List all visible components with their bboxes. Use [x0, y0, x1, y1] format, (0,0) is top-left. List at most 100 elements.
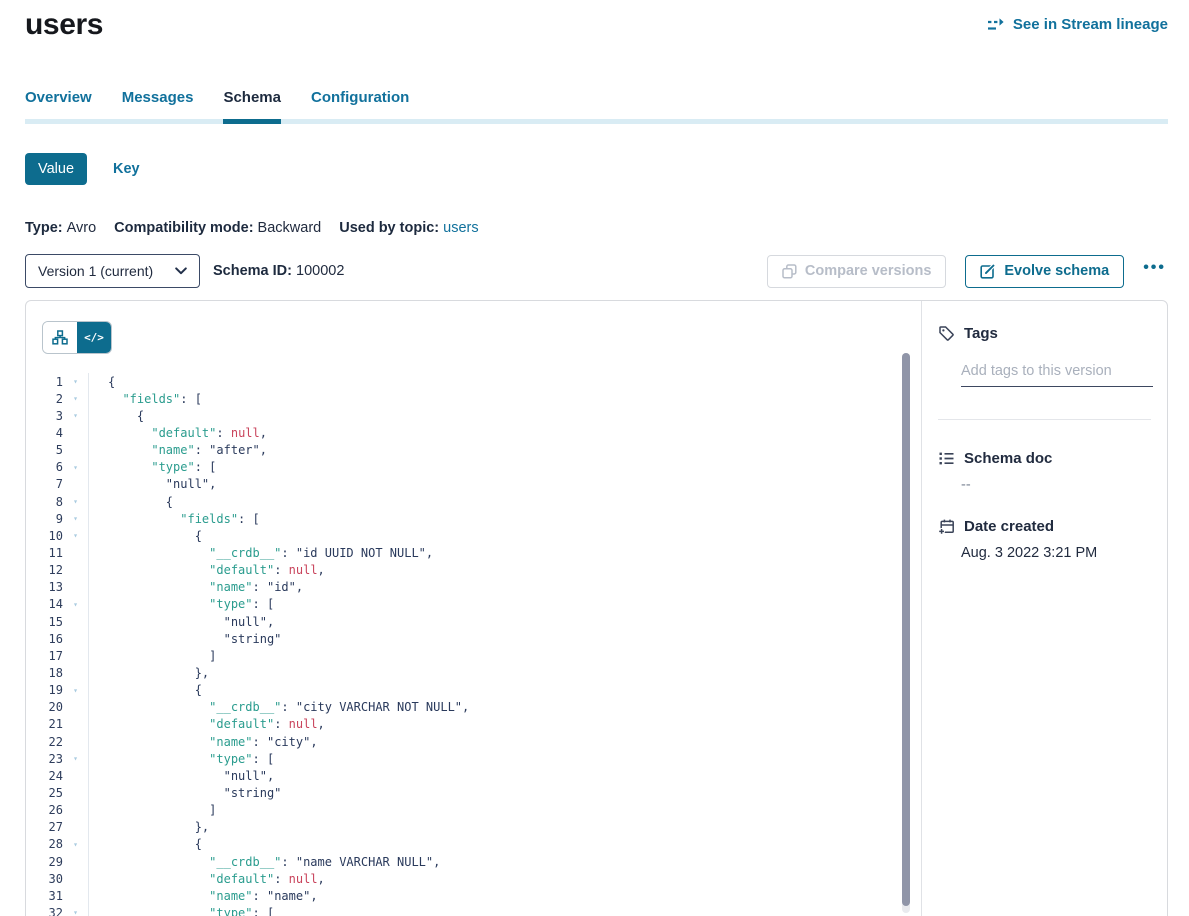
value-tab-button[interactable]: Value — [25, 153, 87, 185]
line-number: 30 — [26, 872, 63, 886]
line-number: 4 — [26, 426, 63, 440]
fold-toggle-icon[interactable]: ▾ — [63, 377, 88, 386]
date-created-value: Aug. 3 2022 3:21 PM — [961, 545, 1097, 561]
code-line: 16 "string" — [26, 630, 919, 647]
code-text: }, — [88, 666, 209, 680]
code-text: "string" — [88, 786, 281, 800]
line-number: 2 — [26, 392, 63, 406]
code-text: ] — [88, 803, 216, 817]
code-line: 30 "default": null, — [26, 870, 919, 887]
code-line: 19▾ { — [26, 682, 919, 699]
code-text: "null", — [88, 477, 216, 491]
fold-toggle-icon[interactable]: ▾ — [63, 411, 88, 420]
line-number: 8 — [26, 495, 63, 509]
value-key-toggle: Value Key — [25, 153, 140, 185]
code-text: { — [88, 495, 173, 509]
type-value: Avro — [67, 220, 97, 236]
view-mode-toggle: </> — [42, 321, 112, 354]
compare-versions-button[interactable]: Compare versions — [767, 255, 947, 288]
line-number: 15 — [26, 615, 63, 629]
line-number: 20 — [26, 700, 63, 714]
schema-id-label: Schema ID: — [213, 263, 292, 279]
code-text: "default": null, — [88, 872, 325, 886]
version-toolbar: Version 1 (current) Schema ID: 100002 Co… — [25, 254, 1168, 288]
fold-toggle-icon[interactable]: ▾ — [63, 531, 88, 540]
code-text: "name": "name", — [88, 889, 318, 903]
tab-overview[interactable]: Overview — [25, 89, 92, 119]
line-number: 1 — [26, 375, 63, 389]
used-by-topic-label: Used by topic: — [339, 220, 439, 236]
code-text: ] — [88, 649, 216, 663]
code-line: 4 "default": null, — [26, 424, 919, 441]
code-view-icon[interactable]: </> — [77, 322, 111, 353]
schema-doc-value: -- — [961, 477, 971, 493]
code-line: 26 ] — [26, 802, 919, 819]
code-text: "type": [ — [88, 597, 274, 611]
line-number: 32 — [26, 906, 63, 916]
schema-id-value: 100002 — [296, 263, 344, 279]
fold-toggle-icon[interactable]: ▾ — [63, 754, 88, 763]
see-in-stream-lineage-link[interactable]: See in Stream lineage — [987, 16, 1168, 33]
code-text: }, — [88, 820, 209, 834]
line-number: 24 — [26, 769, 63, 783]
line-number: 16 — [26, 632, 63, 646]
lineage-link-label: See in Stream lineage — [1013, 16, 1168, 33]
fold-toggle-icon[interactable]: ▾ — [63, 686, 88, 695]
code-line: 2▾ "fields": [ — [26, 390, 919, 407]
code-line: 15 "null", — [26, 613, 919, 630]
version-select[interactable]: Version 1 (current) — [25, 254, 200, 288]
line-number: 9 — [26, 512, 63, 526]
tab-schema[interactable]: Schema — [223, 89, 281, 119]
code-line: 8▾ { — [26, 493, 919, 510]
key-tab-button[interactable]: Key — [113, 161, 140, 177]
topic-link[interactable]: users — [443, 220, 478, 236]
version-select-value: Version 1 (current) — [38, 263, 153, 279]
code-line: 1▾{ — [26, 373, 919, 390]
line-number: 6 — [26, 460, 63, 474]
code-text: { — [88, 837, 202, 851]
fold-toggle-icon[interactable]: ▾ — [63, 908, 88, 916]
line-number: 18 — [26, 666, 63, 680]
line-number: 7 — [26, 477, 63, 491]
line-number: 14 — [26, 597, 63, 611]
code-line: 32▾ "type": [ — [26, 904, 919, 916]
tag-icon — [938, 325, 955, 342]
evolve-schema-label: Evolve schema — [1004, 263, 1109, 279]
line-number: 12 — [26, 563, 63, 577]
calendar-plus-icon — [938, 518, 955, 535]
date-created-title: Date created — [964, 518, 1054, 535]
code-line: 6▾ "type": [ — [26, 459, 919, 476]
code-text: "default": null, — [88, 717, 325, 731]
stream-lineage-icon — [987, 17, 1006, 33]
fold-toggle-icon[interactable]: ▾ — [63, 463, 88, 472]
fold-toggle-icon[interactable]: ▾ — [63, 497, 88, 506]
code-line: 23▾ "type": [ — [26, 750, 919, 767]
code-line: 28▾ { — [26, 836, 919, 853]
code-line: 3▾ { — [26, 407, 919, 424]
schema-doc-title: Schema doc — [964, 450, 1052, 467]
more-actions-button[interactable]: ••• — [1143, 257, 1168, 285]
code-text: "__crdb__": "city VARCHAR NOT NULL", — [88, 700, 469, 714]
tab-messages[interactable]: Messages — [122, 89, 194, 119]
fold-toggle-icon[interactable]: ▾ — [63, 600, 88, 609]
fold-toggle-icon[interactable]: ▾ — [63, 514, 88, 523]
fold-toggle-icon[interactable]: ▾ — [63, 394, 88, 403]
code-line: 24 "null", — [26, 767, 919, 784]
code-line: 13 "name": "id", — [26, 579, 919, 596]
line-number: 10 — [26, 529, 63, 543]
line-number: 23 — [26, 752, 63, 766]
code-text: "__crdb__": "name VARCHAR NULL", — [88, 855, 440, 869]
add-tags-input[interactable] — [961, 359, 1153, 387]
code-line: 10▾ { — [26, 527, 919, 544]
fold-toggle-icon[interactable]: ▾ — [63, 840, 88, 849]
tab-configuration[interactable]: Configuration — [311, 89, 409, 119]
tree-view-icon[interactable] — [43, 322, 77, 353]
code-text: "string" — [88, 632, 281, 646]
code-text: "name": "after", — [88, 443, 267, 457]
code-text: { — [88, 409, 144, 423]
evolve-schema-button[interactable]: Evolve schema — [965, 255, 1124, 288]
line-number: 3 — [26, 409, 63, 423]
schema-sidebar: Tags Schema doc -- — [922, 301, 1167, 916]
code-editor[interactable]: 1▾{2▾ "fields": [3▾ {4 "default": null,5… — [26, 373, 919, 916]
editor-scrollbar-thumb[interactable] — [902, 353, 910, 906]
